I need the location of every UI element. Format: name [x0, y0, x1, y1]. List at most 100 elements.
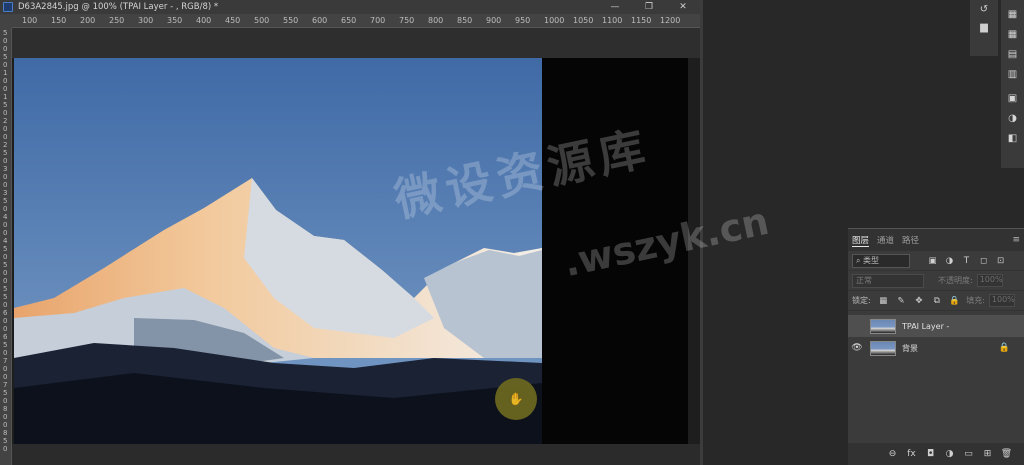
close-button[interactable]: ✕ [666, 0, 700, 14]
layer-filter-row: ⌕ 类型 ▣ ◑ T ◻ ⊡ [848, 251, 1024, 271]
vertical-ruler[interactable]: 5005010015020025030035040045050055060065… [0, 28, 12, 465]
document-title-bar[interactable]: D63A2845.jpg @ 100% (TPAI Layer - , RGB/… [0, 0, 700, 14]
tab-layers[interactable]: 图层 [852, 234, 870, 247]
document-window: D63A2845.jpg @ 100% (TPAI Layer - , RGB/… [0, 0, 773, 465]
delete-layer-icon[interactable]: 🗑 [997, 449, 1016, 459]
ruler-tick-label: 3 [3, 189, 8, 197]
layer-row-background[interactable]: 👁 背景 🔒 [848, 337, 1024, 359]
lock-row: 锁定: ▦ ✎ ✥ ⧉ 🔒 填充: 100% [848, 291, 1024, 311]
lock-image-icon[interactable]: ✎ [894, 296, 909, 306]
filter-kind-label: 类型 [863, 256, 880, 265]
grid-icon[interactable]: ▦ [1001, 24, 1024, 44]
lock-icon: 🔒 [998, 343, 1010, 353]
panel-dock-bar: ▦ ▦ ▤ ▥ ▣ ◑ ◧ [1001, 0, 1024, 168]
filter-shape-icon[interactable]: ◻ [975, 256, 992, 266]
lock-all-icon[interactable]: 🔒 [947, 296, 962, 306]
layer-list: TPAI Layer - 👁 背景 🔒 [848, 315, 1024, 359]
ruler-tick-label: 250 [109, 16, 125, 25]
filter-adjustment-icon[interactable]: ◑ [941, 256, 958, 266]
opacity-field[interactable]: 100% [976, 274, 1003, 287]
new-layer-icon[interactable]: ⊞ [978, 449, 997, 459]
pattern-icon[interactable]: ▥ [1001, 64, 1024, 84]
layer-filter-select[interactable]: ⌕ 类型 [852, 253, 910, 268]
ruler-tick-label: 2 [3, 141, 8, 149]
blend-mode-select[interactable]: 正常 [852, 273, 924, 288]
ruler-tick-label: 0 [3, 277, 8, 285]
gradient-icon[interactable]: ▤ [1001, 44, 1024, 64]
lock-artboard-icon[interactable]: ⧉ [929, 296, 944, 306]
ruler-tick-label: 0 [3, 365, 8, 373]
ruler-tick-label: 5 [3, 293, 8, 301]
lock-transparent-icon[interactable]: ▦ [876, 296, 891, 306]
ruler-tick-label: 750 [399, 16, 415, 25]
ruler-tick-label: 0 [3, 349, 8, 357]
ruler-tick-label: 1000 [544, 16, 565, 25]
ruler-tick-label: 3 [3, 165, 8, 173]
link-layers-icon[interactable]: ⊖ [883, 449, 902, 459]
ruler-tick-label: 4 [3, 237, 8, 245]
ruler-tick-label: 5 [3, 285, 8, 293]
document-title: D63A2845.jpg @ 100% (TPAI Layer - , RGB/… [18, 2, 219, 12]
ruler-tick-label: 550 [283, 16, 299, 25]
mountain-photo[interactable] [14, 58, 542, 444]
tab-channels[interactable]: 通道 [877, 234, 894, 246]
ruler-tick-label: 0 [3, 421, 8, 429]
ruler-tick-label: 200 [80, 16, 96, 25]
layers-footer: ⊖ fx ◘ ◑ ▭ ⊞ 🗑 [848, 443, 1024, 465]
ruler-tick-label: 700 [370, 16, 386, 25]
filter-icons: ▣ ◑ T ◻ ⊡ [924, 256, 1009, 266]
ruler-tick-label: 0 [3, 325, 8, 333]
filter-type-icon[interactable]: T [958, 256, 975, 266]
maximize-button[interactable]: ❐ [632, 0, 666, 14]
ruler-tick-label: 950 [515, 16, 531, 25]
panel-menu-icon[interactable]: ≡ [1012, 235, 1020, 245]
swatches-icon[interactable]: ▦ [1001, 4, 1024, 24]
lock-position-icon[interactable]: ✥ [911, 296, 926, 306]
ruler-tick-label: 0 [3, 397, 8, 405]
ruler-tick-label: 2 [3, 117, 8, 125]
ruler-tick-label: 0 [3, 61, 8, 69]
layer-thumbnail [870, 340, 896, 356]
canvas-area[interactable]: ✋ 微设资源库 .wszyk.cn [12, 28, 773, 465]
ruler-tick-label: 0 [3, 125, 8, 133]
new-group-icon[interactable]: ▭ [959, 449, 978, 459]
ruler-tick-label: 5 [3, 437, 8, 445]
add-layer-style-icon[interactable]: fx [902, 449, 921, 459]
eye-icon[interactable]: 👁 [848, 343, 866, 353]
ruler-origin[interactable] [0, 14, 12, 28]
ruler-tick-label: 600 [312, 16, 328, 25]
ruler-tick-label: 0 [3, 373, 8, 381]
ruler-tick-label: 650 [341, 16, 357, 25]
ruler-tick-label: 5 [3, 197, 8, 205]
ruler-tick-label: 0 [3, 413, 8, 421]
ruler-tick-label: 5 [3, 29, 8, 37]
ruler-tick-label: 6 [3, 309, 8, 317]
properties-icon[interactable]: ◧ [1001, 128, 1024, 148]
tab-paths[interactable]: 路径 [902, 234, 919, 246]
window-controls: — ❐ ✕ [598, 0, 700, 14]
ruler-tick-label: 0 [3, 173, 8, 181]
ruler-tick-label: 1050 [573, 16, 594, 25]
horizontal-ruler[interactable]: 100 150 200 250 300 350 400 450 500 550 600 650 700 7… [12, 14, 700, 28]
filter-smart-object-icon[interactable]: ⊡ [992, 256, 1009, 266]
layer-row-tpai[interactable]: TPAI Layer - [848, 315, 1024, 337]
ruler-tick-label: 0 [3, 205, 8, 213]
adjustments-icon[interactable]: ◑ [1001, 108, 1024, 128]
history-icon[interactable]: ↺ [970, 0, 998, 18]
fill-field[interactable]: 100% [988, 294, 1015, 307]
hand-icon: ✋ [508, 392, 524, 406]
layers-panel: 图层 通道 路径 ≡ ⌕ 类型 ▣ ◑ T ◻ ⊡ 正常 不透明度: 100% [848, 228, 1024, 465]
minimize-button[interactable]: — [598, 0, 632, 14]
ruler-tick-label: 8 [3, 405, 8, 413]
libraries-icon[interactable]: ▣ [1001, 88, 1024, 108]
new-adjustment-icon[interactable]: ◑ [940, 449, 959, 459]
layer-name: 背景 [902, 343, 918, 353]
filter-pixel-icon[interactable]: ▣ [924, 256, 941, 266]
ruler-tick-label: 0 [3, 133, 8, 141]
hand-cursor-indicator: ✋ [495, 378, 537, 420]
ruler-tick-label: 0 [3, 317, 8, 325]
comment-icon[interactable]: ▆ [970, 18, 998, 36]
add-mask-icon[interactable]: ◘ [921, 449, 940, 459]
ruler-tick-label: 7 [3, 381, 8, 389]
lock-label: 锁定: [852, 296, 871, 305]
